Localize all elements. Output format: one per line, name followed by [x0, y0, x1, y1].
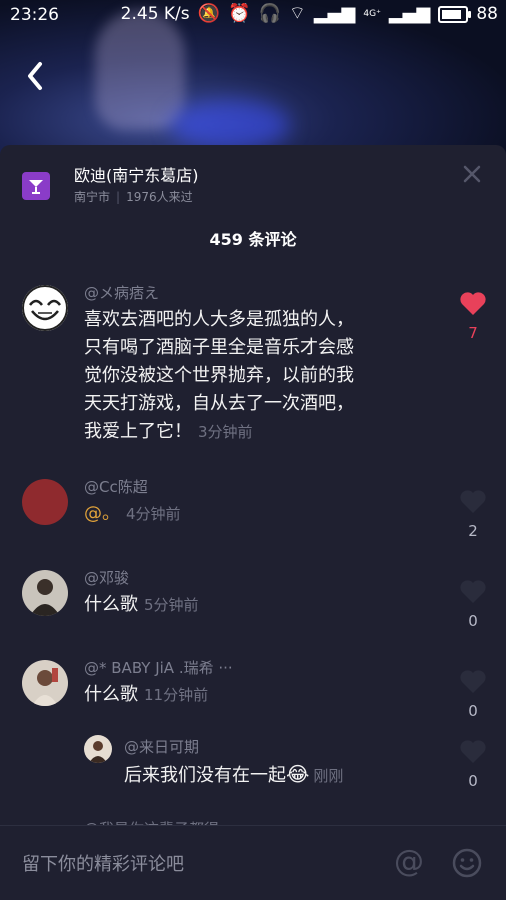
heart-icon: [460, 580, 486, 603]
back-button[interactable]: [22, 58, 54, 94]
network-speed: 2.45 K/s: [120, 4, 190, 24]
battery-icon: [438, 5, 472, 23]
like-count: 7: [468, 324, 478, 342]
status-bar: 23:26 2.45 K/s 🔕 ⏰ 🎧 ⌔ ▂▄▆ 4G⁺ ▂▄▆ 88: [0, 0, 506, 32]
avatar[interactable]: [84, 735, 112, 763]
comment-username[interactable]: @Cc陈超: [84, 476, 148, 497]
venue-visitors: 1976人来过: [126, 190, 193, 204]
comment-text: 什么歌 11分钟前: [84, 684, 209, 705]
like-count: 0: [468, 772, 478, 790]
comment-input[interactable]: 留下你的精彩评论吧: [22, 850, 184, 876]
comment-username[interactable]: @* BABY JiA .瑞希 ···: [84, 657, 233, 678]
like-button[interactable]: 0: [458, 738, 488, 790]
close-button[interactable]: [460, 162, 484, 186]
avatar[interactable]: [22, 660, 68, 706]
like-count: 0: [468, 612, 478, 630]
reply-time: 刚刚: [313, 767, 344, 785]
venue-city: 南宁市: [74, 190, 111, 204]
signal-icon: ▂▄▆: [313, 3, 356, 24]
comment-time: 3分钟前: [198, 423, 253, 441]
mute-icon: 🔕: [197, 3, 221, 24]
laughing-emoji-icon: 😂: [286, 762, 310, 786]
heart-icon: [460, 740, 486, 763]
status-time: 23:26: [10, 5, 59, 25]
like-button[interactable]: 7: [458, 290, 488, 342]
avatar[interactable]: [22, 285, 68, 331]
like-count: 0: [468, 702, 478, 720]
wifi-icon: ⌔: [288, 3, 306, 24]
comment-username[interactable]: @メ病痞え: [84, 282, 159, 303]
like-button[interactable]: 2: [458, 488, 488, 540]
venue-meta: 南宁市 | 1976人来过: [74, 190, 193, 204]
comment-text: 喜欢去酒吧的人大多是孤独的人， 只有喝了酒脑子里全是音乐才会感 觉你没被这个世界…: [84, 309, 354, 442]
signal-icon-2: ▂▄▆: [388, 3, 431, 24]
headphones-icon: 🎧: [258, 3, 281, 24]
like-button[interactable]: 0: [458, 668, 488, 720]
emoji-icon[interactable]: [452, 848, 482, 878]
venue-name: 欧迪(南宁东葛店): [74, 166, 199, 185]
background-light: [170, 100, 290, 150]
comment-text: @。 4分钟前: [84, 503, 181, 524]
avatar[interactable]: [22, 479, 68, 525]
heart-icon: [460, 490, 486, 513]
battery-level: 88: [476, 4, 498, 24]
comment-time: 4分钟前: [126, 505, 181, 523]
cocktail-icon: [22, 172, 50, 200]
comment-time: 5分钟前: [144, 596, 199, 614]
like-button[interactable]: 0: [458, 578, 488, 630]
comment-text: 什么歌 5分钟前: [84, 594, 199, 615]
comment-count: 459 条评论: [209, 230, 297, 249]
venue-header[interactable]: 欧迪(南宁东葛店) 南宁市 | 1976人来过: [22, 166, 199, 204]
heart-icon: [460, 292, 486, 315]
mention-icon[interactable]: @: [394, 844, 424, 879]
alarm-icon: ⏰: [228, 3, 251, 24]
close-icon: [463, 165, 481, 183]
heart-icon: [460, 670, 486, 693]
avatar[interactable]: [22, 570, 68, 616]
like-count: 2: [468, 522, 478, 540]
reply-username[interactable]: @来日可期: [124, 736, 199, 757]
comment-username[interactable]: @邓骏: [84, 567, 129, 588]
chevron-left-icon: [28, 62, 42, 90]
comment-time: 11分钟前: [144, 686, 209, 704]
network-type: 4G⁺: [363, 9, 381, 19]
comment-input-bar: 留下你的精彩评论吧 @: [0, 826, 506, 900]
reply-text: 后来我们没有在一起😂 刚刚: [124, 762, 344, 786]
